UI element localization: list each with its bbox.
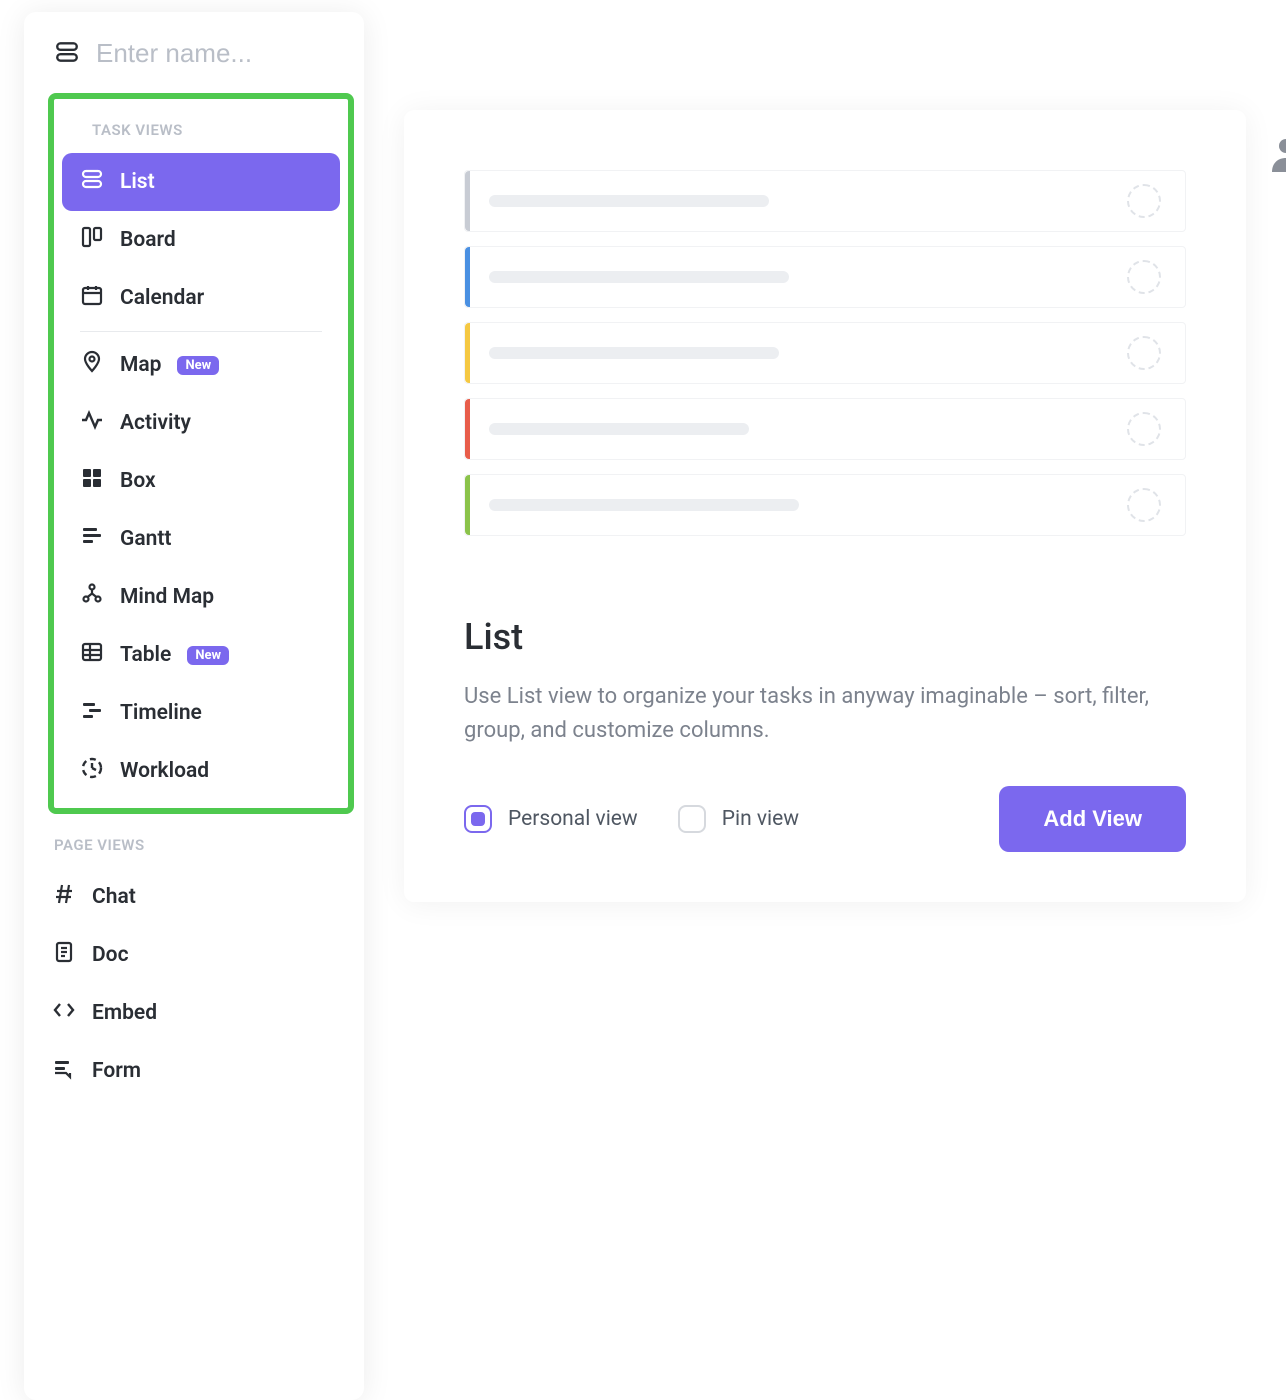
page-views-header: PAGE VIEWS bbox=[24, 822, 364, 868]
view-label: Calendar bbox=[120, 286, 204, 310]
gantt-icon bbox=[80, 524, 104, 554]
preview-circle bbox=[1127, 184, 1161, 218]
view-label: Table bbox=[120, 643, 171, 667]
view-item-chat[interactable]: Chat bbox=[24, 868, 364, 926]
view-label: Embed bbox=[92, 1001, 157, 1025]
view-label: Activity bbox=[120, 411, 191, 435]
task-views-header: TASK VIEWS bbox=[62, 107, 340, 153]
detail-panel: List Use List view to organize your task… bbox=[404, 110, 1246, 902]
preview-bar bbox=[489, 347, 779, 359]
hash-icon bbox=[52, 882, 76, 912]
preview-circle bbox=[1127, 412, 1161, 446]
workload-icon bbox=[80, 756, 104, 786]
checkbox-icon bbox=[678, 805, 706, 833]
view-label: Box bbox=[120, 469, 156, 493]
page-views-group: Chat Doc Embed Form bbox=[24, 868, 364, 1100]
doc-icon bbox=[52, 940, 76, 970]
timeline-icon bbox=[80, 698, 104, 728]
view-label: Board bbox=[120, 228, 176, 252]
pin-view-checkbox[interactable]: Pin view bbox=[678, 805, 799, 833]
preview-row bbox=[464, 170, 1186, 232]
checkbox-icon bbox=[464, 805, 492, 833]
view-item-workload[interactable]: Workload bbox=[62, 742, 340, 800]
view-item-activity[interactable]: Activity bbox=[62, 394, 340, 452]
table-icon bbox=[80, 640, 104, 670]
view-item-calendar[interactable]: Calendar bbox=[62, 269, 340, 327]
view-name-input[interactable] bbox=[96, 38, 334, 69]
task-views-highlight: TASK VIEWS List Board Calendar Map New bbox=[48, 93, 354, 814]
preview-circle bbox=[1127, 336, 1161, 370]
list-icon bbox=[54, 39, 80, 69]
detail-footer: Personal view Pin view Add View bbox=[464, 786, 1186, 852]
preview-circle bbox=[1127, 260, 1161, 294]
view-label: Workload bbox=[120, 759, 209, 783]
embed-icon bbox=[52, 998, 76, 1028]
list-preview bbox=[464, 170, 1186, 536]
view-label: Doc bbox=[92, 943, 129, 967]
view-item-board[interactable]: Board bbox=[62, 211, 340, 269]
preview-bar bbox=[489, 423, 749, 435]
checkbox-label: Pin view bbox=[722, 807, 799, 831]
board-icon bbox=[80, 225, 104, 255]
main-area: List Use List view to organize your task… bbox=[364, 0, 1286, 1400]
view-item-mindmap[interactable]: Mind Map bbox=[62, 568, 340, 626]
view-label: Map bbox=[120, 353, 161, 377]
mindmap-icon bbox=[80, 582, 104, 612]
view-item-doc[interactable]: Doc bbox=[24, 926, 364, 984]
checkbox-label: Personal view bbox=[508, 807, 638, 831]
view-label: Gantt bbox=[120, 527, 171, 551]
preview-bar bbox=[489, 195, 769, 207]
preview-row bbox=[464, 398, 1186, 460]
avatar-placeholder-icon bbox=[1266, 134, 1286, 172]
view-item-box[interactable]: Box bbox=[62, 452, 340, 510]
preview-bar bbox=[489, 499, 799, 511]
divider bbox=[80, 331, 322, 332]
view-item-list[interactable]: List bbox=[62, 153, 340, 211]
box-icon bbox=[80, 466, 104, 496]
view-item-gantt[interactable]: Gantt bbox=[62, 510, 340, 568]
map-pin-icon bbox=[80, 350, 104, 380]
detail-description: Use List view to organize your tasks in … bbox=[464, 680, 1186, 748]
view-item-timeline[interactable]: Timeline bbox=[62, 684, 340, 742]
view-label: Form bbox=[92, 1059, 141, 1083]
preview-row bbox=[464, 246, 1186, 308]
view-item-embed[interactable]: Embed bbox=[24, 984, 364, 1042]
preview-row bbox=[464, 474, 1186, 536]
form-icon bbox=[52, 1056, 76, 1086]
detail-title: List bbox=[464, 616, 1186, 658]
sidebar: TASK VIEWS List Board Calendar Map New bbox=[24, 12, 364, 1400]
view-label: Mind Map bbox=[120, 585, 214, 609]
view-item-table[interactable]: Table New bbox=[62, 626, 340, 684]
preview-circle bbox=[1127, 488, 1161, 522]
preview-bar bbox=[489, 271, 789, 283]
view-item-map[interactable]: Map New bbox=[62, 336, 340, 394]
view-label: Timeline bbox=[120, 701, 202, 725]
new-badge: New bbox=[177, 356, 219, 375]
new-badge: New bbox=[187, 646, 229, 665]
add-view-button[interactable]: Add View bbox=[999, 786, 1186, 852]
personal-view-checkbox[interactable]: Personal view bbox=[464, 805, 638, 833]
view-label: Chat bbox=[92, 885, 136, 909]
list-icon bbox=[80, 167, 104, 197]
calendar-icon bbox=[80, 283, 104, 313]
activity-icon bbox=[80, 408, 104, 438]
view-item-form[interactable]: Form bbox=[24, 1042, 364, 1100]
view-label: List bbox=[120, 170, 155, 194]
name-row bbox=[24, 32, 364, 93]
preview-row bbox=[464, 322, 1186, 384]
